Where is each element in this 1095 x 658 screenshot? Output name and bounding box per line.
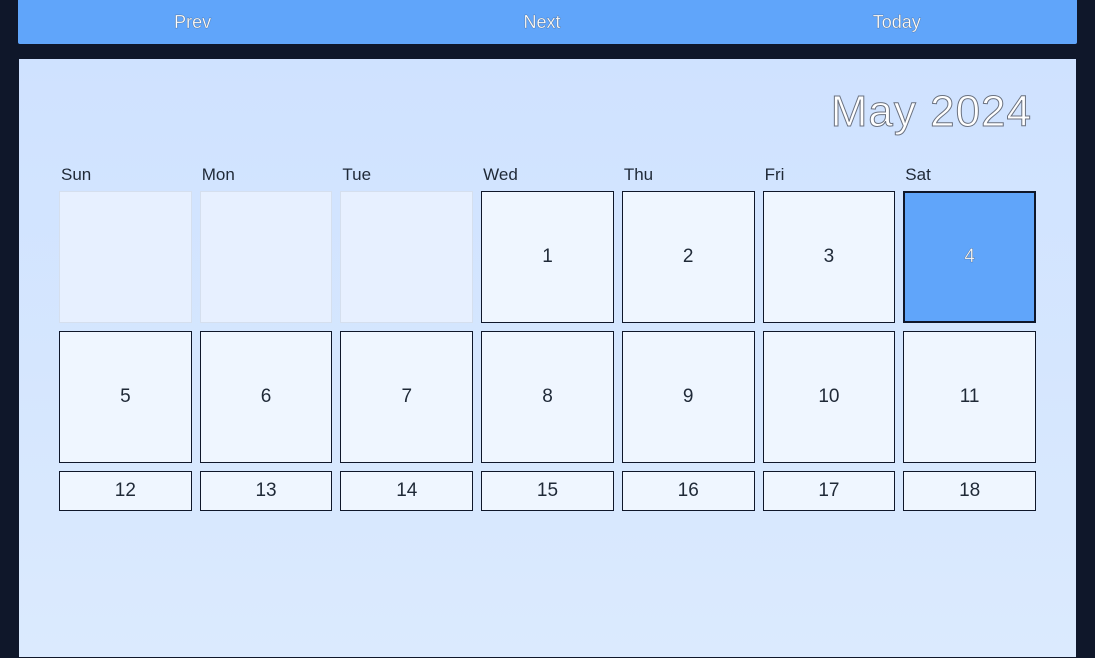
day-cell[interactable]: 16 xyxy=(622,471,755,511)
next-button[interactable]: Next xyxy=(523,12,560,33)
day-cell[interactable]: 5 xyxy=(59,331,192,463)
weekday-mon: Mon xyxy=(200,165,333,185)
weekday-fri: Fri xyxy=(763,165,896,185)
day-cell[interactable]: 9 xyxy=(622,331,755,463)
day-cell[interactable] xyxy=(200,191,333,323)
day-cell[interactable]: 6 xyxy=(200,331,333,463)
day-cell[interactable]: 10 xyxy=(763,331,896,463)
weekday-header-row: Sun Mon Tue Wed Thu Fri Sat xyxy=(59,165,1036,185)
day-cell[interactable]: 14 xyxy=(340,471,473,511)
day-cell[interactable]: 13 xyxy=(200,471,333,511)
weekday-sun: Sun xyxy=(59,165,192,185)
weekday-wed: Wed xyxy=(481,165,614,185)
prev-button[interactable]: Prev xyxy=(174,12,211,33)
day-cell[interactable]: 1 xyxy=(481,191,614,323)
calendar-panel: May 2024 Sun Mon Tue Wed Thu Fri Sat 1 2… xyxy=(18,58,1077,658)
day-cell[interactable]: 2 xyxy=(622,191,755,323)
day-cell[interactable]: 12 xyxy=(59,471,192,511)
day-cell[interactable]: 15 xyxy=(481,471,614,511)
day-cell[interactable]: 3 xyxy=(763,191,896,323)
day-cell[interactable] xyxy=(59,191,192,323)
weekday-tue: Tue xyxy=(340,165,473,185)
calendar-nav-bar: Prev Next Today xyxy=(18,0,1077,44)
day-cell[interactable]: 18 xyxy=(903,471,1036,511)
day-cell[interactable]: 11 xyxy=(903,331,1036,463)
day-cell[interactable]: 8 xyxy=(481,331,614,463)
month-title: May 2024 xyxy=(59,87,1036,137)
calendar-grid-partial: 12 13 14 15 16 17 18 xyxy=(59,471,1036,511)
today-button[interactable]: Today xyxy=(873,12,921,33)
calendar-grid: 1 2 3 4 5 6 7 8 9 10 11 xyxy=(59,191,1036,463)
weekday-thu: Thu xyxy=(622,165,755,185)
weekday-sat: Sat xyxy=(903,165,1036,185)
day-cell-selected[interactable]: 4 xyxy=(903,191,1036,323)
day-cell[interactable] xyxy=(340,191,473,323)
day-cell[interactable]: 7 xyxy=(340,331,473,463)
day-cell[interactable]: 17 xyxy=(763,471,896,511)
